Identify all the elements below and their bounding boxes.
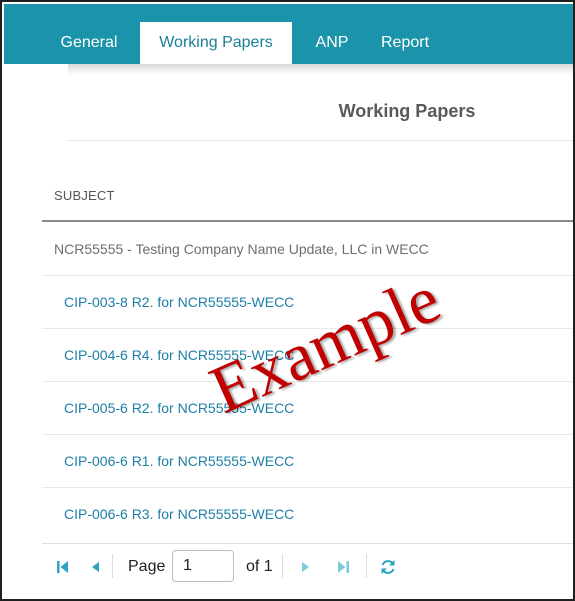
page-label: Page <box>128 558 166 575</box>
pager-separator <box>112 554 113 578</box>
header-divider <box>42 220 573 222</box>
panel-header-shadow <box>68 64 573 76</box>
page-title: Working Papers <box>338 101 476 121</box>
page-number-input[interactable] <box>172 550 234 582</box>
pager: Page of 1 <box>42 543 573 589</box>
next-page-icon[interactable] <box>296 556 314 578</box>
window-frame: General Working Papers ANP Report Workin… <box>0 0 575 601</box>
first-page-icon[interactable] <box>54 556 72 578</box>
table-row[interactable]: CIP-006-6 R1. for NCR55555-WECC <box>42 435 573 488</box>
group-row-label: NCR55555 - Testing Company Name Update, … <box>54 241 429 257</box>
tab-report[interactable]: Report <box>372 22 438 64</box>
table-row[interactable]: CIP-004-6 R4. for NCR55555-WECC <box>42 329 573 382</box>
last-page-icon[interactable] <box>334 556 352 578</box>
group-row[interactable]: NCR55555 - Testing Company Name Update, … <box>42 223 573 276</box>
table-row[interactable]: CIP-005-6 R2. for NCR55555-WECC <box>42 382 573 435</box>
tab-working-papers[interactable]: Working Papers <box>140 22 292 64</box>
subject-link[interactable]: CIP-006-6 R3. for NCR55555-WECC <box>64 488 294 541</box>
panel-divider <box>68 140 573 141</box>
subject-link[interactable]: CIP-004-6 R4. for NCR55555-WECC <box>64 329 294 382</box>
tab-bar: General Working Papers ANP Report <box>4 4 573 64</box>
previous-page-icon[interactable] <box>86 556 104 578</box>
page-total-label: of 1 <box>246 558 273 575</box>
pager-separator <box>282 554 283 578</box>
table-row[interactable]: CIP-003-8 R2. for NCR55555-WECC <box>42 276 573 329</box>
tab-anp[interactable]: ANP <box>306 22 358 64</box>
column-header-subject[interactable]: SUBJECT <box>54 188 115 203</box>
refresh-icon[interactable] <box>378 556 398 578</box>
tab-general[interactable]: General <box>44 22 134 64</box>
pager-separator <box>366 554 367 578</box>
subject-link[interactable]: CIP-005-6 R2. for NCR55555-WECC <box>64 382 294 435</box>
subject-link[interactable]: CIP-003-8 R2. for NCR55555-WECC <box>64 276 294 329</box>
subject-link[interactable]: CIP-006-6 R1. for NCR55555-WECC <box>64 435 294 488</box>
table-row[interactable]: CIP-006-6 R3. for NCR55555-WECC <box>42 488 573 541</box>
